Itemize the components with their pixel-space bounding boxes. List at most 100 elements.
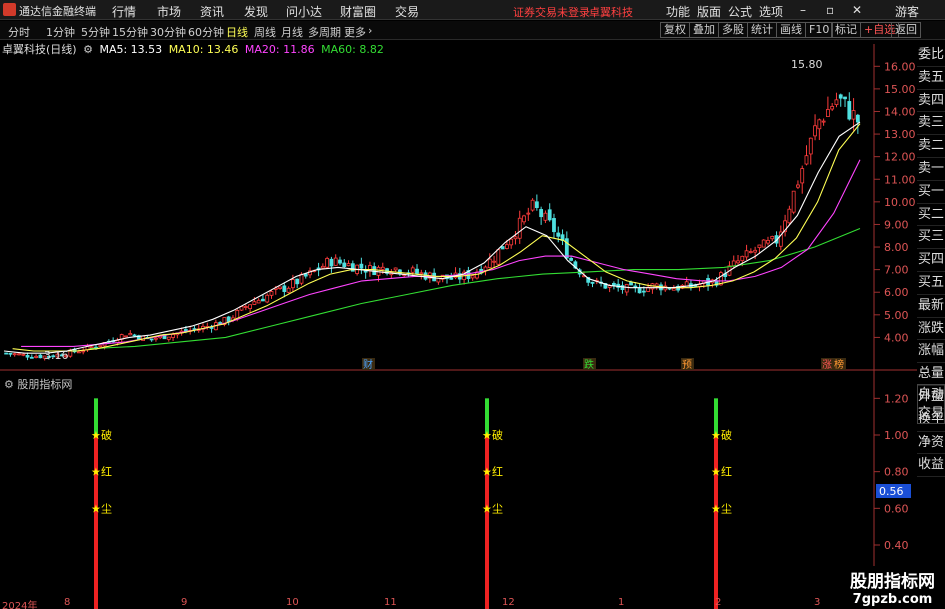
candle-body [855,114,860,123]
order-book-item[interactable]: 涨幅 [917,340,945,364]
order-book-item[interactable]: 买三 [917,226,945,250]
order-book-item[interactable]: 卖一 [917,158,945,181]
menu-news[interactable]: 资讯 [200,3,224,20]
menu-trade[interactable]: 交易 [395,3,419,20]
candle-body [256,299,261,304]
event-tag[interactable]: 榜 [834,358,844,371]
menu-quotes[interactable]: 行情 [112,3,136,20]
indicator-tick: 1.00 [884,429,909,442]
signal-label: 红 [101,466,112,479]
ma60-line [89,227,861,350]
candle-body [808,137,813,155]
candle-body [804,155,809,165]
period-minute-chart[interactable]: 分时 [8,24,30,40]
restore-icon[interactable]: ▫ [826,3,834,17]
order-book-item[interactable]: 涨跌 [917,318,945,341]
candle-body [791,190,796,213]
event-tag[interactable]: 预 [682,359,692,371]
candle-body [342,262,347,267]
candle-body [556,232,561,237]
ma20-line [21,159,861,347]
candle-body [761,239,766,248]
candle-body [282,285,287,292]
order-book-item[interactable]: 卖五 [917,67,945,90]
order-book-item[interactable]: 卖三 [917,112,945,136]
indicator-tick: 1.20 [884,392,909,405]
menu-assistant[interactable]: 问小达 [286,3,322,20]
mark-button[interactable]: 标记 [831,22,861,38]
candle-body [432,272,437,282]
kline-chart[interactable]: 16.0015.0014.0013.0012.0011.0010.009.008… [0,40,917,609]
draw-line-button[interactable]: 画线 [776,22,806,38]
event-tag[interactable]: 跌 [584,358,594,371]
candle-body [25,354,30,358]
menu-discover[interactable]: 发现 [244,3,268,20]
period-toolbar: 分时 1分钟 5分钟 15分钟 30分钟 60分钟 日线 周线 月线 多周期 更… [0,21,945,40]
f10-button[interactable]: F10 [805,22,834,38]
auto-trade-button[interactable]: 自动 交易 [917,384,945,424]
order-book-item[interactable]: 卖四 [917,90,945,113]
candle-body [851,110,856,120]
menu-formula[interactable]: 公式 [728,3,752,20]
statistics-button[interactable]: 统计 [747,22,777,38]
order-book-item[interactable]: 收益 [917,454,945,478]
candle-body [641,290,646,293]
candle-body [736,260,740,264]
candle-body [372,266,377,276]
close-icon[interactable]: ✕ [852,3,862,17]
event-tag[interactable]: 财 [363,358,373,371]
menu-function[interactable]: 功能 [666,3,690,20]
period-more[interactable]: 更多 [344,24,366,40]
order-book-item[interactable]: 净资 [917,432,945,455]
period-1min[interactable]: 1分钟 [46,24,75,40]
signal-bar-red [714,435,718,609]
candle-body [534,201,539,208]
minimize-icon[interactable]: – [800,3,806,17]
order-book-item[interactable]: 买四 [917,249,945,272]
candle-body [624,284,629,293]
indicator-gear-icon[interactable]: ⚙ [4,378,14,391]
candle-body [286,287,291,293]
period-30min[interactable]: 30分钟 [150,24,186,40]
guest-label[interactable]: 游客 [895,3,919,20]
menu-layout[interactable]: 版面 [697,3,721,20]
event-tag[interactable]: 涨 [822,359,832,371]
period-60min[interactable]: 60分钟 [188,24,224,40]
order-book-item[interactable]: 委比 [917,44,945,67]
order-book-item[interactable]: 买五 [917,272,945,295]
multi-stock-button[interactable]: 多股 [718,22,748,38]
chevron-right-icon[interactable]: › [368,24,372,37]
candle-body [12,353,17,356]
candle-body [492,260,496,263]
order-book-item[interactable]: 最新 [917,295,945,318]
order-book-item[interactable]: 买二 [917,204,945,227]
adjust-button[interactable]: 复权 [660,22,690,38]
overlay-button[interactable]: 叠加 [689,22,719,38]
x-label-aug: 8 [64,597,71,608]
order-book-item[interactable]: 卖二 [917,135,945,158]
back-button[interactable]: 返回 [891,22,921,38]
order-book-item[interactable]: 总量 [917,363,945,386]
candle-body [800,168,805,184]
menu-wealth[interactable]: 财富圈 [340,3,376,20]
candle-body [410,267,415,273]
candle-body [278,286,282,289]
period-monthly[interactable]: 月线 [281,24,303,40]
candle-body [265,294,270,303]
period-multi[interactable]: 多周期 [308,24,341,40]
menu-options[interactable]: 选项 [759,3,783,20]
indicator-tick: 0.40 [884,539,909,552]
period-daily[interactable]: 日线 [226,24,248,40]
period-5min[interactable]: 5分钟 [81,24,110,40]
candle-body [740,255,745,262]
app-name: 通达信金融终端 [19,5,96,18]
order-book-item[interactable]: 买一 [917,181,945,204]
period-15min[interactable]: 15分钟 [112,24,148,40]
candle-body [149,338,154,341]
candle-body [787,208,792,224]
trade-status[interactable]: 证券交易未登录 [513,4,590,20]
candle-body [166,336,171,340]
candle-body [81,350,86,353]
period-weekly[interactable]: 周线 [254,24,276,40]
menu-market[interactable]: 市场 [157,3,181,20]
